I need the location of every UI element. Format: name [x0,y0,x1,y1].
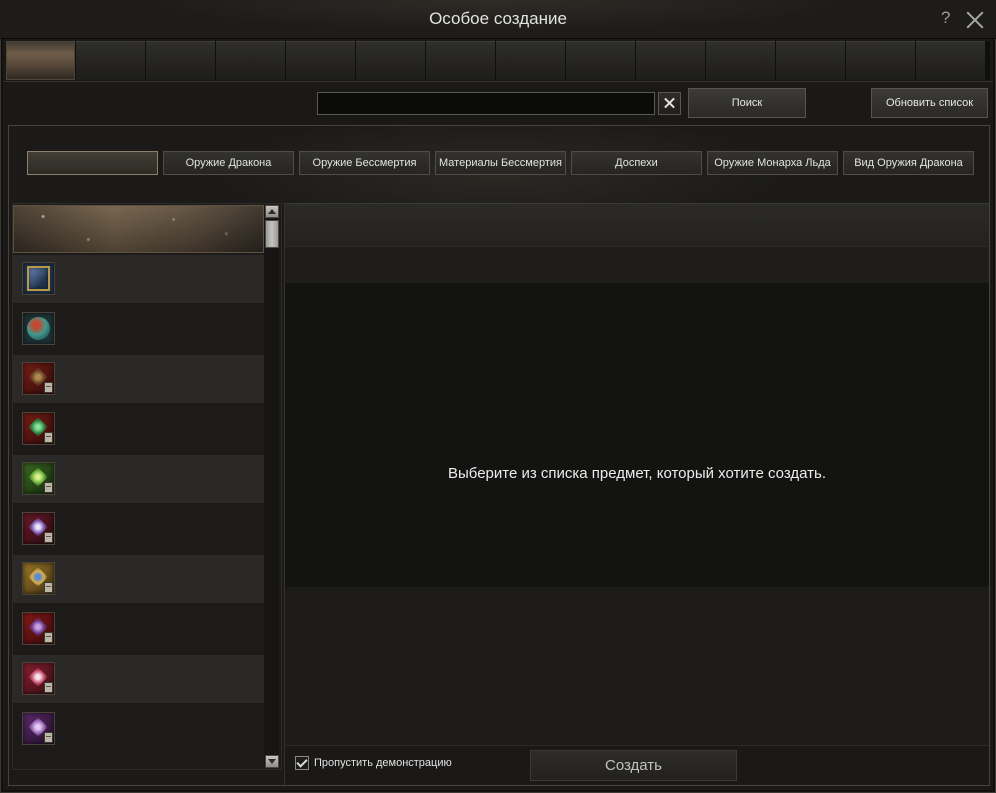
list-item[interactable] [13,555,264,603]
list-item[interactable] [13,455,264,503]
orb-icon [22,312,55,345]
recipe-badge-icon [44,582,53,593]
list-item[interactable] [13,255,264,303]
tab-5[interactable] [286,41,355,80]
list-item-selected[interactable] [13,205,264,253]
tab-12[interactable] [776,41,845,80]
category-armor[interactable]: Доспехи [571,151,702,175]
detail-preview-area [285,283,989,587]
recipe-icon [22,362,55,395]
scroll-down-button[interactable] [265,755,279,768]
craft-main-panel: Оружие Дракона Оружие Бессмертия Материа… [8,125,990,786]
tab-9[interactable] [566,41,635,80]
category-immortality-materials[interactable]: Материалы Бессмертия [435,151,566,175]
recipe-badge-icon [44,682,53,693]
list-item[interactable] [13,705,264,753]
clear-search-button[interactable] [658,92,681,115]
list-item[interactable] [13,505,264,553]
scroll-thumb[interactable] [265,220,279,248]
title-bar[interactable]: Особое создание ? [0,0,996,39]
recipe-icon [22,712,55,745]
search-button[interactable]: Поиск [688,88,806,118]
empty-selection-message: Выберите из списка предмет, который хоти… [447,465,826,482]
tab-strip [6,41,990,80]
recipe-badge-icon [44,632,53,643]
category-immortality-weapons[interactable]: Оружие Бессмертия [299,151,430,175]
tab-3[interactable] [146,41,215,80]
list-item[interactable] [13,355,264,403]
check-icon [296,756,308,768]
clear-icon [663,97,676,110]
detail-info-area [285,587,989,745]
close-icon [964,9,986,31]
tab-7[interactable] [426,41,495,80]
category-dragon-weapon-appearance[interactable]: Вид Оружия Дракона [843,151,974,175]
list-item[interactable] [13,305,264,353]
category-ice-monarch-weapons[interactable]: Оружие Монарха Льда [707,151,838,175]
recipe-icon [22,562,55,595]
list-item[interactable] [13,655,264,703]
icon-artwork [27,266,50,291]
recipe-badge-icon [44,732,53,743]
tab-11[interactable] [706,41,775,80]
spellbook-icon [22,262,55,295]
recipe-icon [22,412,55,445]
search-input[interactable] [317,92,655,115]
craft-item-list [12,203,282,770]
detail-subheader [285,246,989,283]
arrow-up-icon [268,209,276,214]
list-scrollbar[interactable] [264,205,279,768]
skip-demo-label[interactable]: Пропустить демонстрацию [314,757,452,769]
tab-13[interactable] [846,41,915,80]
detail-header [285,204,989,246]
recipe-icon [22,662,55,695]
category-blank[interactable] [27,151,158,175]
special-craft-window: Особое создание ? Поиск Обновить список … [0,0,996,793]
recipe-badge-icon [44,432,53,443]
refresh-list-button[interactable]: Обновить список [871,88,988,118]
window-title: Особое создание [429,9,567,28]
category-bar: Оружие Дракона Оружие Бессмертия Материа… [27,151,974,175]
category-dragon-weapons[interactable]: Оружие Дракона [163,151,294,175]
tab-4[interactable] [216,41,285,80]
icon-artwork [27,317,50,340]
tab-10[interactable] [636,41,705,80]
tab-14[interactable] [916,41,985,80]
recipe-icon [22,462,55,495]
help-button[interactable]: ? [941,8,950,28]
tab-6[interactable] [356,41,425,80]
close-button[interactable] [964,9,986,31]
recipe-icon [22,512,55,545]
recipe-badge-icon [44,532,53,543]
craft-footer: Пропустить демонстрацию Создать [284,745,989,785]
tab-2[interactable] [76,41,145,80]
arrow-down-icon [268,759,276,764]
list-item[interactable] [13,405,264,453]
tab-8[interactable] [496,41,565,80]
tab-divider [3,81,993,82]
item-rows [13,204,264,769]
recipe-icon [22,612,55,645]
item-details-panel: Выберите из списка предмет, который хоти… [284,203,989,745]
skip-demo-checkbox[interactable] [295,756,309,770]
list-item[interactable] [13,605,264,653]
scroll-up-button[interactable] [265,205,279,218]
recipe-badge-icon [44,382,53,393]
create-button[interactable]: Создать [530,750,737,781]
tab-1[interactable] [6,41,75,80]
recipe-badge-icon [44,482,53,493]
